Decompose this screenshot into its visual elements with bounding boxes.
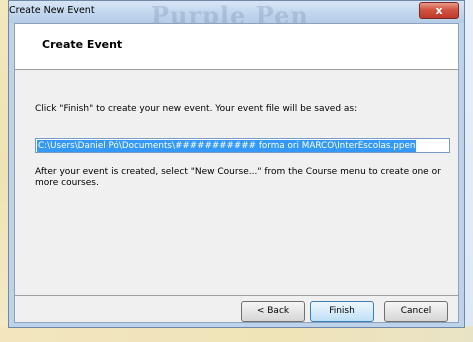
file-path-field[interactable]: C:\Users\Daniel Pó\Documents\###########… xyxy=(35,138,450,153)
finish-button[interactable]: Finish xyxy=(310,301,374,322)
wizard-header: Create Event xyxy=(15,24,458,70)
background-app-bottom xyxy=(0,326,473,342)
next-steps-text: After your event is created, select "New… xyxy=(35,167,441,188)
back-button[interactable]: < Back xyxy=(241,301,305,322)
file-path-selected-text: C:\Users\Daniel Pó\Documents\###########… xyxy=(37,140,417,152)
close-icon: x xyxy=(435,4,443,17)
dialog-content: Create Event Click "Finish" to create yo… xyxy=(14,23,459,323)
close-button[interactable]: x xyxy=(419,2,459,19)
background-app-left xyxy=(0,0,8,342)
footer-divider xyxy=(15,295,458,296)
page-title: Create Event xyxy=(42,38,123,51)
create-new-event-dialog: Create New Event Purple Pen x Create Eve… xyxy=(8,0,465,328)
cancel-button[interactable]: Cancel xyxy=(384,301,448,322)
dialog-titlebar[interactable]: Create New Event Purple Pen x xyxy=(9,1,464,30)
instruction-text: Click "Finish" to create your new event.… xyxy=(35,104,358,114)
dialog-title: Create New Event xyxy=(9,5,95,16)
background-app-right xyxy=(465,0,473,342)
